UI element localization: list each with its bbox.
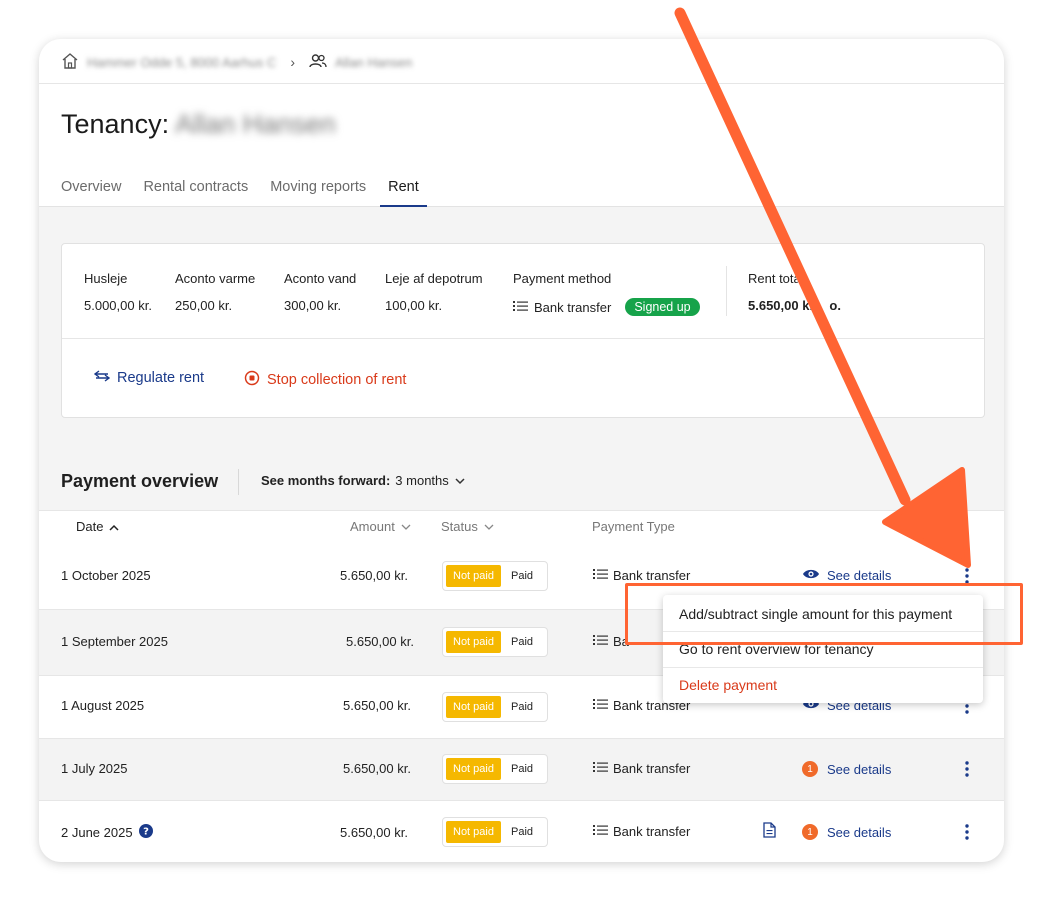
annotation-arrow-icon [674,7,971,568]
